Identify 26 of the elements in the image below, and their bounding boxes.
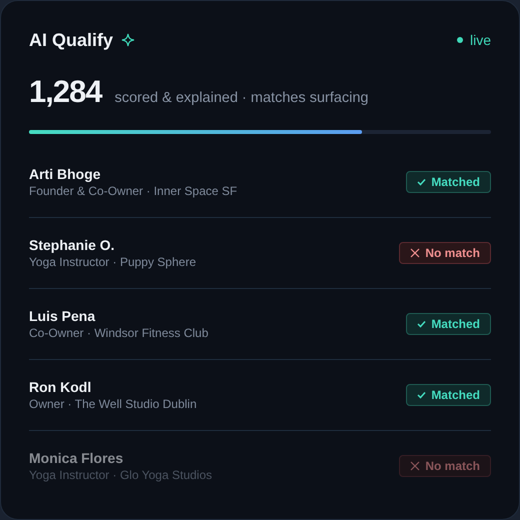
lead-role: Yoga Instructor · Glo Yoga Studios [29,468,212,482]
match-status-badge: No match [399,242,491,264]
card-title: AI Qualify [29,30,114,50]
lead-name: Ron Kodl [29,379,92,395]
lead-role: Owner · The Well Studio Dublin [29,397,197,411]
match-status-badge: Matched [406,384,491,406]
close-icon [410,461,420,471]
summary-caption: scored & explained · matches surfacing [114,90,368,106]
total-count: 1,284 [29,74,102,110]
sparkle-icon [121,33,136,47]
lead-role: Co-Owner · Windsor Fitness Club [29,326,208,340]
check-icon [417,178,426,186]
lead-role: Founder & Co-Owner · Inner Space SF [29,184,238,198]
match-status-badge: Matched [406,313,491,335]
status-dot [456,37,463,43]
lead-role: Yoga Instructor · Puppy Sphere [29,255,196,269]
lead-name: Luis Pena [29,308,96,324]
lead-name: Monica Flores [29,450,124,466]
check-icon [417,391,426,399]
match-status-badge: Matched [406,171,491,193]
check-icon [417,320,426,328]
match-status-badge: No match [399,455,491,477]
close-icon [410,248,420,258]
status-label: live [470,32,491,48]
lead-name: Stephanie O. [29,237,116,253]
lead-name: Arti Bhoge [29,166,102,182]
